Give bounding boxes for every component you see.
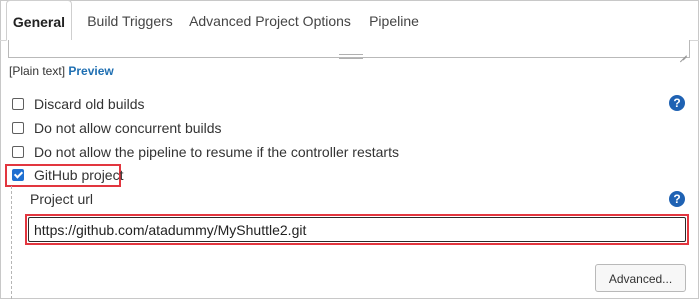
nested-section-divider	[11, 186, 12, 299]
option-discard-old-builds[interactable]: Discard old builds	[12, 95, 145, 113]
github-project-label: GitHub project	[34, 167, 124, 183]
help-icon[interactable]: ?	[669, 95, 685, 111]
tab-general[interactable]: General	[6, 0, 72, 41]
textarea-grip-icon[interactable]	[339, 54, 363, 59]
help-icon[interactable]: ?	[669, 191, 685, 207]
option-no-resume[interactable]: Do not allow the pipeline to resume if t…	[12, 143, 399, 161]
discard-old-builds-label: Discard old builds	[34, 96, 145, 112]
option-github-project[interactable]: GitHub project	[12, 166, 123, 184]
option-no-concurrent-builds[interactable]: Do not allow concurrent builds	[12, 119, 222, 137]
github-project-checkbox[interactable]	[12, 169, 24, 181]
project-url-highlight	[25, 214, 689, 245]
plain-text-label: [Plain text]	[9, 64, 66, 78]
advanced-button[interactable]: Advanced...	[595, 264, 686, 292]
no-resume-label: Do not allow the pipeline to resume if t…	[34, 144, 399, 160]
no-concurrent-builds-label: Do not allow concurrent builds	[34, 120, 222, 136]
tab-advanced-project-options[interactable]: Advanced Project Options	[188, 0, 352, 40]
project-url-input[interactable]	[28, 217, 686, 242]
description-format: [Plain text] Preview	[9, 64, 114, 78]
project-url-label: Project url	[30, 191, 94, 207]
no-resume-checkbox[interactable]	[12, 146, 24, 158]
tab-bar: General Build Triggers Advanced Project …	[0, 0, 699, 41]
tab-pipeline[interactable]: Pipeline	[362, 0, 426, 40]
discard-old-builds-checkbox[interactable]	[12, 98, 24, 110]
no-concurrent-builds-checkbox[interactable]	[12, 122, 24, 134]
preview-link[interactable]: Preview	[68, 64, 113, 78]
tab-build-triggers[interactable]: Build Triggers	[82, 0, 178, 40]
resize-handle-icon[interactable]	[679, 48, 687, 56]
description-textarea[interactable]	[8, 40, 690, 59]
